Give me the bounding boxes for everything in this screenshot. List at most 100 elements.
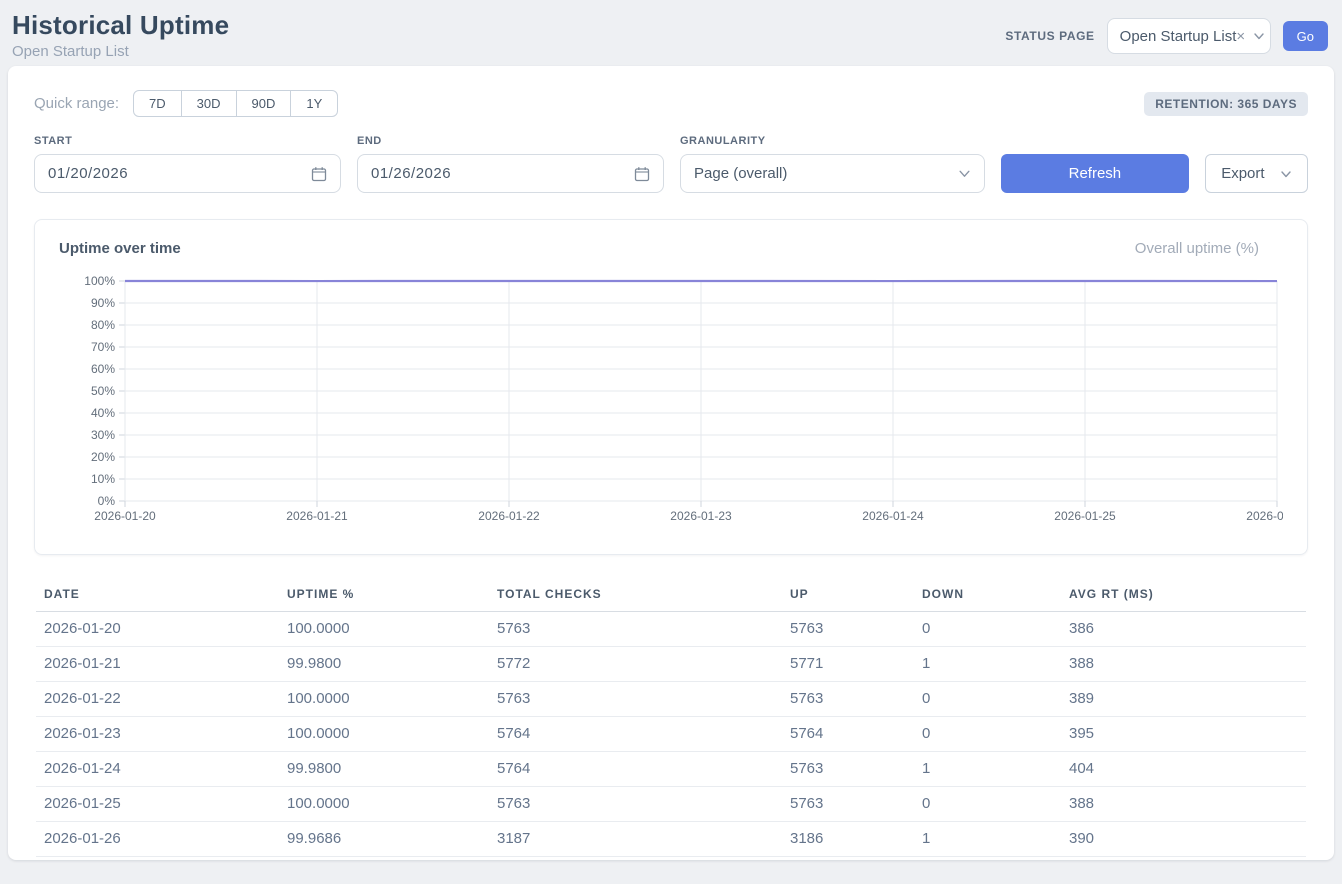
svg-text:30%: 30% xyxy=(91,428,115,442)
table-cell: 5764 xyxy=(489,752,782,787)
granularity-select[interactable]: Page (overall) xyxy=(680,154,985,193)
svg-text:2026-01-26: 2026-01-26 xyxy=(1246,509,1283,523)
svg-text:0%: 0% xyxy=(98,494,116,508)
table-cell: 2026-01-21 xyxy=(36,647,279,682)
table-cell: 5772 xyxy=(489,647,782,682)
export-button-label: Export xyxy=(1221,165,1264,182)
historical-uptime-page: Historical Uptime Open Startup List STAT… xyxy=(0,0,1342,884)
retention-badge: RETENTION: 365 DAYS xyxy=(1144,92,1308,116)
table-cell: 5763 xyxy=(489,787,782,822)
start-date-input[interactable]: 01/20/2026 xyxy=(34,154,341,193)
quick-range-7d[interactable]: 7D xyxy=(133,90,182,117)
table-cell: 5764 xyxy=(489,717,782,752)
svg-text:2026-01-25: 2026-01-25 xyxy=(1054,509,1116,523)
go-button[interactable]: Go xyxy=(1283,21,1328,51)
table-cell: 5763 xyxy=(782,787,914,822)
chart-card: Uptime over time Overall uptime (%) 0% 10… xyxy=(34,219,1308,555)
end-label: END xyxy=(357,135,664,147)
table-cell: 5763 xyxy=(489,612,782,647)
table-cell: 5763 xyxy=(782,612,914,647)
page-subtitle: Open Startup List xyxy=(12,43,229,60)
chart-header: Uptime over time Overall uptime (%) xyxy=(59,240,1283,271)
svg-text:100%: 100% xyxy=(84,274,115,288)
svg-text:60%: 60% xyxy=(91,362,115,376)
uptime-table-wrap: DATEUPTIME %TOTAL CHECKSUPDOWNAVG RT (MS… xyxy=(34,579,1308,857)
table-cell: 5763 xyxy=(782,682,914,717)
svg-text:2026-01-24: 2026-01-24 xyxy=(862,509,924,523)
filter-controls-row: START 01/20/2026 END 01/26/2026 xyxy=(34,135,1308,193)
svg-text:20%: 20% xyxy=(91,450,115,464)
table-body: 2026-01-20100.00005763576303862026-01-21… xyxy=(36,612,1306,857)
table-row: 2026-01-2699.9686318731861390 xyxy=(36,822,1306,857)
end-date-value: 01/26/2026 xyxy=(371,165,451,182)
table-cell: 2026-01-22 xyxy=(36,682,279,717)
status-page-controls: STATUS PAGE Open Startup List × Go xyxy=(1005,18,1328,54)
svg-text:2026-01-21: 2026-01-21 xyxy=(286,509,348,523)
column-header: DATE xyxy=(36,579,279,612)
table-cell: 2026-01-24 xyxy=(36,752,279,787)
table-cell: 100.0000 xyxy=(279,682,489,717)
status-page-selected-value: Open Startup List xyxy=(1120,28,1237,45)
table-row: 2026-01-22100.0000576357630389 xyxy=(36,682,1306,717)
table-cell: 404 xyxy=(1061,752,1306,787)
chart-legend[interactable]: Overall uptime (%) xyxy=(1135,240,1259,257)
table-cell: 100.0000 xyxy=(279,787,489,822)
table-cell: 395 xyxy=(1061,717,1306,752)
table-cell: 2026-01-23 xyxy=(36,717,279,752)
end-date-input[interactable]: 01/26/2026 xyxy=(357,154,664,193)
column-header: UP xyxy=(782,579,914,612)
table-cell: 99.9800 xyxy=(279,752,489,787)
quick-range-90d[interactable]: 90D xyxy=(236,90,292,117)
table-cell: 1 xyxy=(914,822,1061,857)
refresh-button[interactable]: Refresh xyxy=(1001,154,1189,193)
quick-range-row: Quick range: 7D30D90D1Y RETENTION: 365 D… xyxy=(34,90,1308,117)
svg-text:90%: 90% xyxy=(91,296,115,310)
page-header: Historical Uptime Open Startup List STAT… xyxy=(0,0,1342,64)
chart-title: Uptime over time xyxy=(59,240,181,257)
svg-text:50%: 50% xyxy=(91,384,115,398)
chevron-down-icon xyxy=(958,167,971,180)
status-page-select[interactable]: Open Startup List × xyxy=(1107,18,1271,54)
svg-text:2026-01-23: 2026-01-23 xyxy=(670,509,732,523)
svg-text:2026-01-22: 2026-01-22 xyxy=(478,509,540,523)
table-row: 2026-01-23100.0000576457640395 xyxy=(36,717,1306,752)
table-cell: 2026-01-20 xyxy=(36,612,279,647)
table-cell: 99.9686 xyxy=(279,822,489,857)
table-cell: 390 xyxy=(1061,822,1306,857)
table-cell: 5771 xyxy=(782,647,914,682)
quick-range-1y[interactable]: 1Y xyxy=(290,90,338,117)
quick-range-label: Quick range: xyxy=(34,95,119,112)
table-row: 2026-01-2199.9800577257711388 xyxy=(36,647,1306,682)
table-cell: 100.0000 xyxy=(279,612,489,647)
table-cell: 5763 xyxy=(782,752,914,787)
calendar-icon[interactable] xyxy=(311,166,327,182)
svg-text:70%: 70% xyxy=(91,340,115,354)
svg-text:80%: 80% xyxy=(91,318,115,332)
table-header: DATEUPTIME %TOTAL CHECKSUPDOWNAVG RT (MS… xyxy=(36,579,1306,612)
table-cell: 0 xyxy=(914,682,1061,717)
table-row: 2026-01-20100.0000576357630386 xyxy=(36,612,1306,647)
start-label: START xyxy=(34,135,341,147)
table-cell: 0 xyxy=(914,612,1061,647)
granularity-field: GRANULARITY Page (overall) xyxy=(680,135,985,193)
column-header: UPTIME % xyxy=(279,579,489,612)
chevron-down-icon xyxy=(1253,30,1265,42)
table-cell: 100.0000 xyxy=(279,717,489,752)
table-cell: 388 xyxy=(1061,647,1306,682)
quick-range-30d[interactable]: 30D xyxy=(181,90,237,117)
uptime-line-chart: 0%10%20%30%40%50%60%70%80%90%100%2026-01… xyxy=(59,271,1283,533)
main-card: Quick range: 7D30D90D1Y RETENTION: 365 D… xyxy=(8,66,1334,860)
export-button[interactable]: Export xyxy=(1205,154,1308,193)
calendar-icon[interactable] xyxy=(634,166,650,182)
clear-selection-icon[interactable]: × xyxy=(1236,28,1245,45)
start-date-value: 01/20/2026 xyxy=(48,165,128,182)
table-cell: 2026-01-25 xyxy=(36,787,279,822)
start-date-field: START 01/20/2026 xyxy=(34,135,341,193)
table-cell: 3187 xyxy=(489,822,782,857)
granularity-label: GRANULARITY xyxy=(680,135,985,147)
page-title: Historical Uptime xyxy=(12,10,229,41)
table-cell: 0 xyxy=(914,787,1061,822)
svg-text:10%: 10% xyxy=(91,472,115,486)
granularity-selected-value: Page (overall) xyxy=(694,165,787,182)
table-cell: 388 xyxy=(1061,787,1306,822)
